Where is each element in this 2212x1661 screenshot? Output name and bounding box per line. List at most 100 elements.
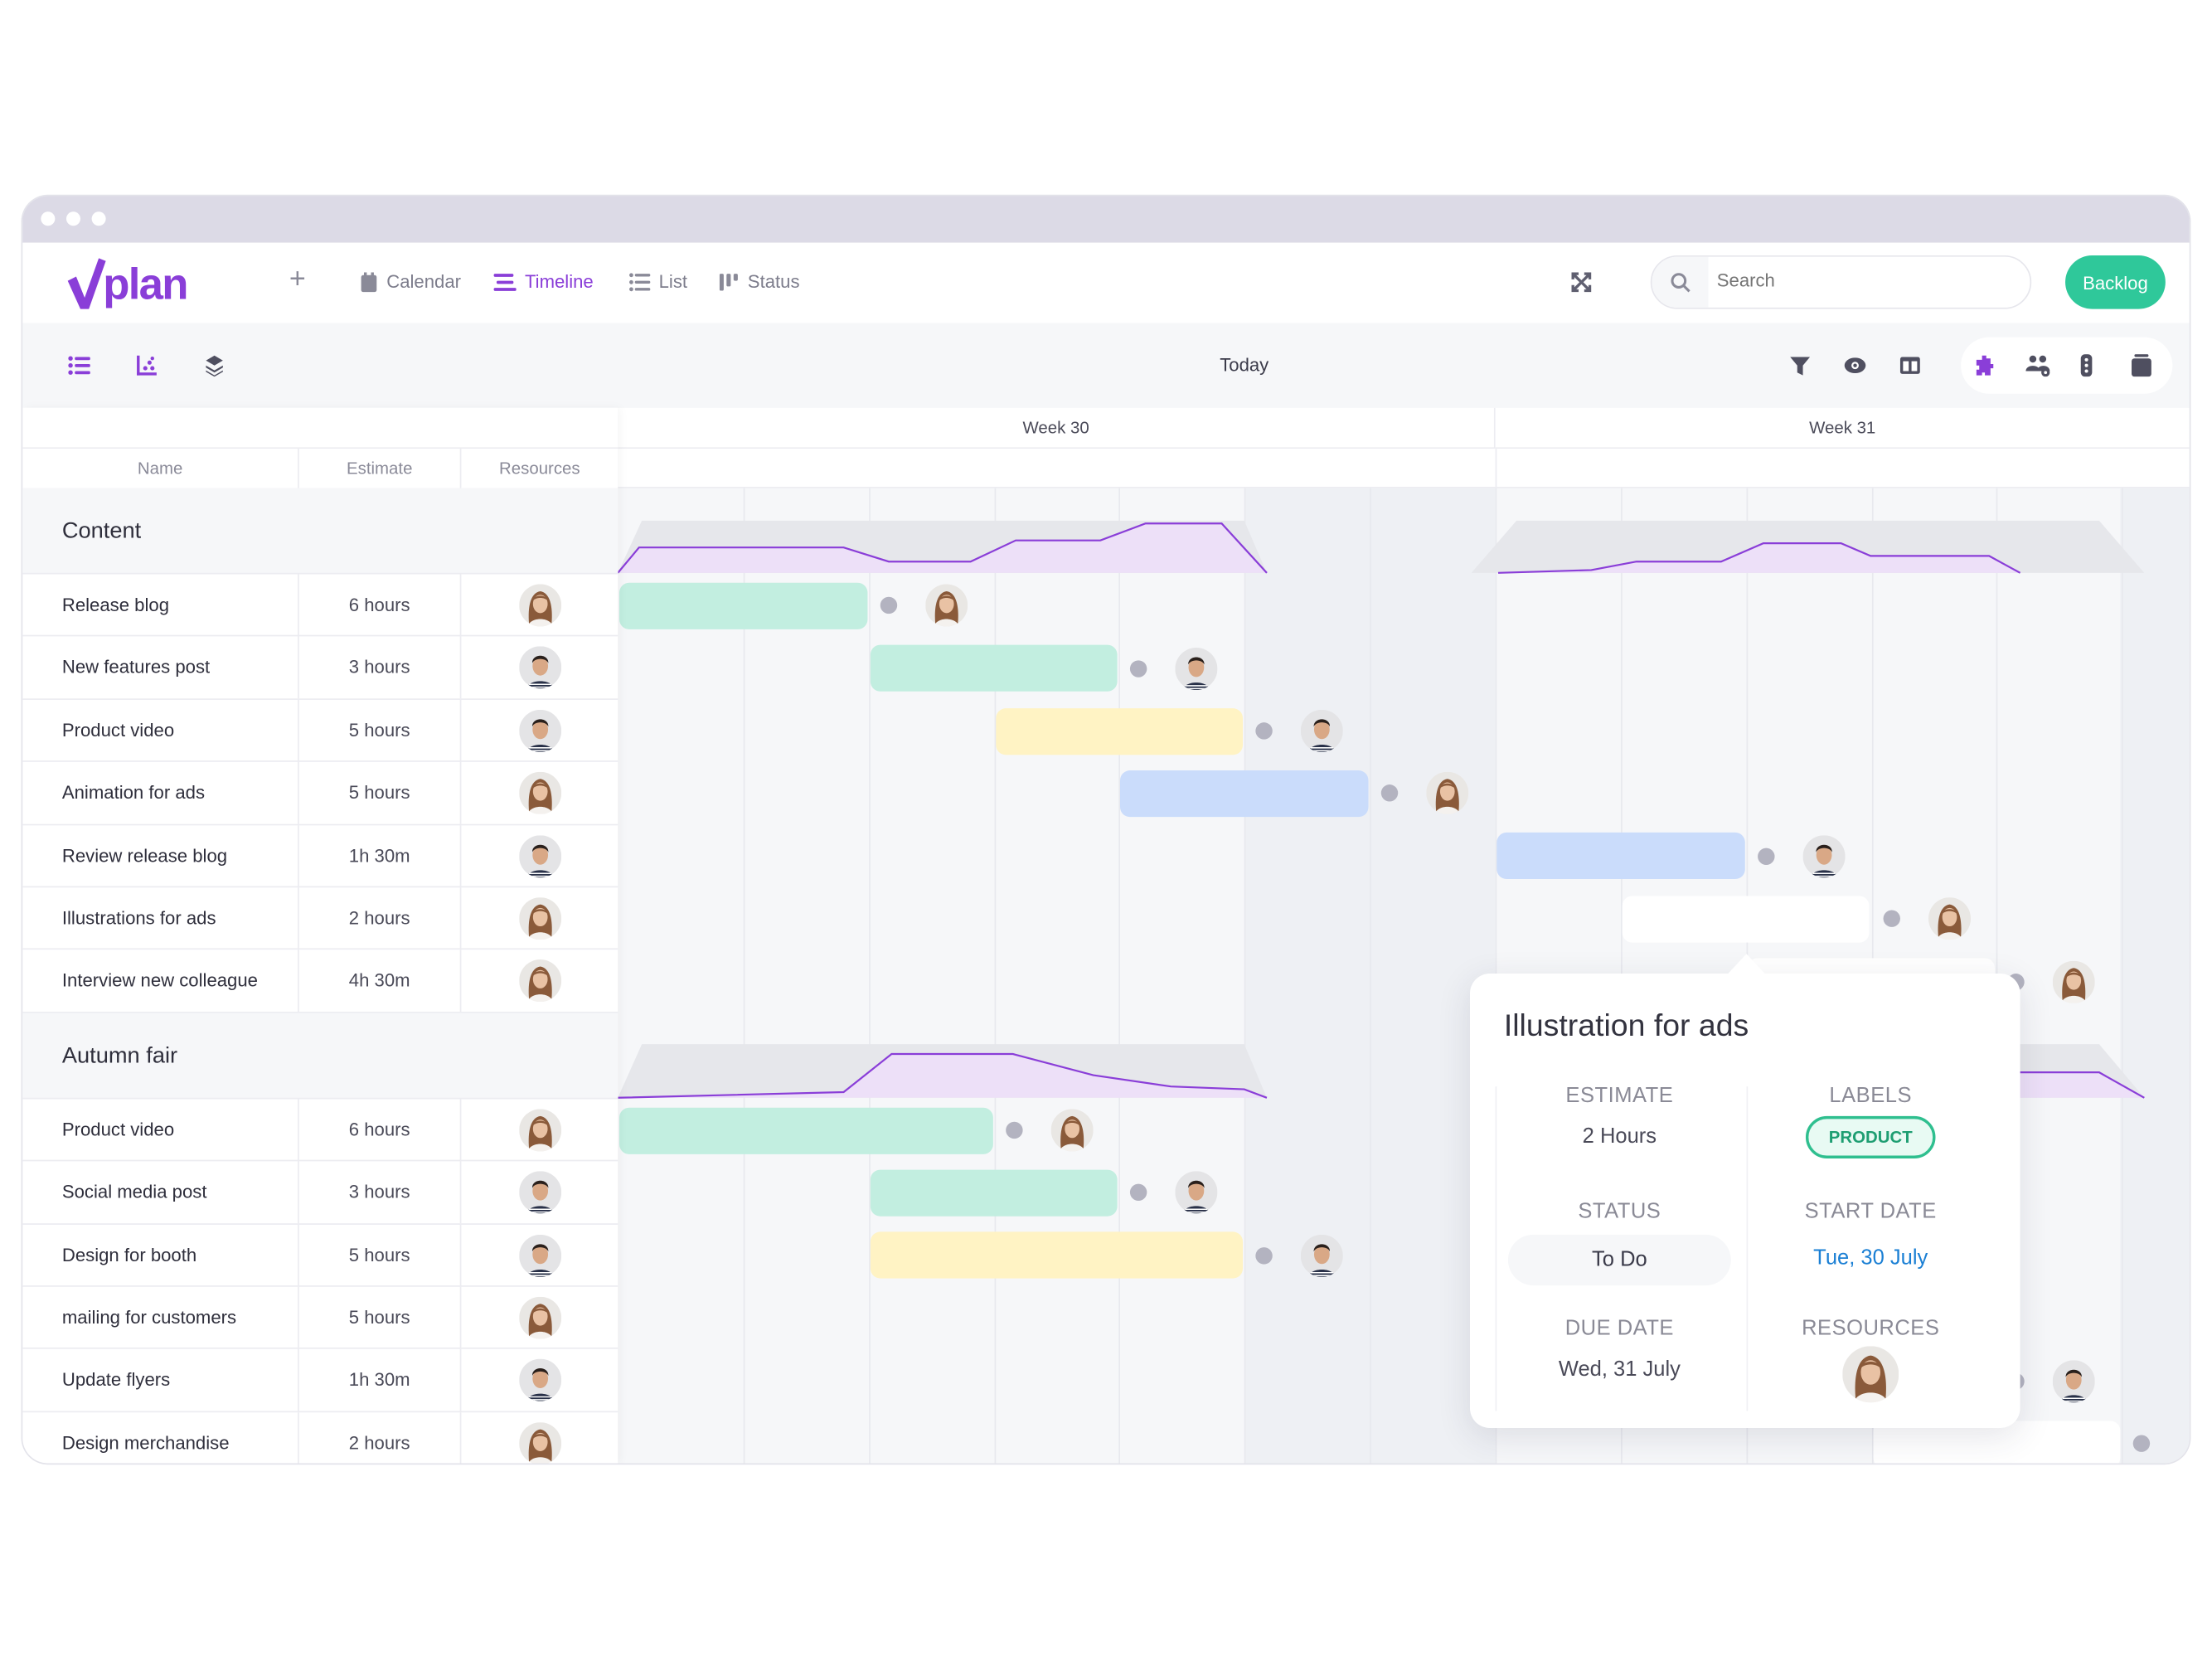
task-row[interactable]: Product video 6 hours (22, 1099, 618, 1162)
window-minimize-dot[interactable] (65, 211, 80, 226)
task-row[interactable]: Social media post 3 hours (22, 1161, 618, 1225)
female-avatar[interactable] (1928, 897, 1970, 940)
bar-resource-avatar[interactable] (1928, 897, 1970, 940)
chart-view-icon[interactable] (135, 354, 158, 376)
task-bar[interactable] (1622, 895, 1870, 943)
bar-resource-avatar[interactable] (925, 585, 968, 627)
estimate-value: 2 Hours (1582, 1124, 1657, 1149)
male-avatar[interactable] (2053, 1360, 2095, 1402)
task-name: Review release blog (61, 844, 228, 867)
team-settings-icon[interactable] (2025, 354, 2051, 377)
window-close-dot[interactable] (41, 211, 56, 226)
male-avatar[interactable] (519, 1172, 561, 1214)
male-avatar[interactable] (519, 1359, 561, 1401)
tab-calendar[interactable]: Calendar (360, 271, 461, 292)
male-avatar[interactable] (1176, 647, 1218, 689)
task-name: Design for booth (61, 1244, 197, 1265)
traffic-light-icon[interactable] (2079, 354, 2093, 377)
tab-list[interactable]: List (629, 270, 688, 293)
female-avatar[interactable] (519, 960, 561, 1003)
group-header[interactable]: Autumn fair (22, 1013, 618, 1100)
female-avatar[interactable] (1842, 1346, 1899, 1402)
task-bar[interactable] (995, 707, 1244, 755)
female-avatar[interactable] (519, 897, 561, 940)
dependency-handle[interactable] (1255, 1246, 1273, 1265)
bar-resource-avatar[interactable] (2053, 1360, 2095, 1402)
bar-resource-avatar[interactable] (2053, 960, 2095, 1003)
fullscreen-icon[interactable] (1571, 272, 1592, 293)
task-bar[interactable] (618, 1106, 993, 1154)
today-button[interactable]: Today (1174, 354, 1315, 376)
window-maximize-dot[interactable] (91, 211, 106, 226)
task-resources (459, 824, 618, 887)
label-tag-product[interactable]: PRODUCT (1806, 1115, 1935, 1158)
male-avatar[interactable] (1301, 1234, 1343, 1276)
task-bar[interactable] (1496, 833, 1745, 880)
male-avatar[interactable] (519, 710, 561, 752)
task-bar[interactable] (870, 1231, 1244, 1280)
eye-icon[interactable] (1844, 354, 1866, 376)
task-row[interactable]: Illustrations for ads 2 hours (22, 887, 618, 950)
status-dropdown[interactable]: To Do (1507, 1234, 1731, 1286)
due-date-value[interactable]: Wed, 31 July (1496, 1357, 1744, 1382)
tab-list-label: List (658, 270, 688, 293)
task-row[interactable]: Design for booth 5 hours (22, 1224, 618, 1287)
group-header[interactable]: Content (22, 488, 618, 575)
svg-text:plan: plan (103, 260, 187, 309)
male-avatar[interactable] (519, 835, 561, 877)
female-avatar[interactable] (519, 1109, 561, 1151)
column-header-estimate[interactable]: Estimate (298, 449, 460, 488)
task-row[interactable]: New features post 3 hours (22, 637, 618, 700)
task-row[interactable]: Review release blog 1h 30m (22, 824, 618, 888)
task-row[interactable]: mailing for customers 5 hours (22, 1286, 618, 1350)
female-avatar[interactable] (925, 585, 968, 627)
column-header-name[interactable]: Name (22, 449, 298, 488)
columns-icon[interactable] (1899, 354, 1921, 376)
female-avatar[interactable] (519, 584, 561, 626)
backlog-button[interactable]: Backlog (2065, 255, 2166, 309)
female-avatar[interactable] (2053, 960, 2095, 1003)
bar-resource-avatar[interactable] (1301, 1234, 1343, 1276)
task-resources (459, 574, 618, 637)
filter-icon[interactable] (1789, 354, 1812, 376)
dependency-handle[interactable] (1757, 847, 1774, 865)
task-bar[interactable] (618, 582, 867, 629)
task-bar[interactable] (1120, 770, 1369, 817)
puzzle-icon[interactable] (1973, 354, 1996, 376)
female-avatar[interactable] (519, 1422, 561, 1464)
column-header-resources[interactable]: Resources (459, 449, 618, 488)
task-row[interactable]: Release blog 6 hours (22, 574, 618, 638)
tab-timeline[interactable]: Timeline (493, 271, 594, 292)
male-avatar[interactable] (1802, 835, 1845, 877)
due-date-field: DUE DATE Wed, 31 July (1496, 1317, 1744, 1382)
search-input[interactable] (1716, 269, 2000, 291)
layers-icon[interactable] (203, 354, 226, 377)
add-button[interactable]: + (289, 264, 306, 296)
task-row[interactable]: Design merchandise 2 hours (22, 1411, 618, 1464)
female-avatar[interactable] (1050, 1109, 1093, 1151)
bar-resource-avatar[interactable] (1176, 647, 1218, 689)
bar-resource-avatar[interactable] (1050, 1109, 1093, 1151)
start-date-value[interactable]: Tue, 30 July (1746, 1246, 1994, 1270)
dependency-handle[interactable] (1005, 1121, 1022, 1139)
female-avatar[interactable] (519, 1297, 561, 1339)
list-view-icon[interactable] (68, 354, 90, 376)
task-resources (459, 762, 618, 825)
search-box[interactable] (1650, 255, 2032, 309)
task-bar[interactable] (870, 1169, 1118, 1217)
task-bar[interactable] (870, 644, 1118, 692)
archive-icon[interactable] (2130, 354, 2152, 377)
tab-status[interactable]: Status (719, 271, 800, 292)
task-row[interactable]: Animation for ads 5 hours (22, 762, 618, 825)
male-avatar[interactable] (519, 1234, 561, 1276)
view-mode-group (1961, 337, 2173, 394)
vplan-logo[interactable]: plan (65, 255, 223, 319)
bar-resource-avatar[interactable] (1802, 835, 1845, 877)
task-row[interactable]: Product video 5 hours (22, 699, 618, 763)
male-avatar[interactable] (519, 647, 561, 689)
dependency-handle[interactable] (880, 597, 897, 614)
task-row[interactable]: Update flyers 1h 30m (22, 1349, 618, 1412)
female-avatar[interactable] (519, 772, 561, 814)
task-estimate: 5 hours (298, 699, 460, 762)
task-row[interactable]: Interview new colleague 4h 30m (22, 949, 618, 1013)
